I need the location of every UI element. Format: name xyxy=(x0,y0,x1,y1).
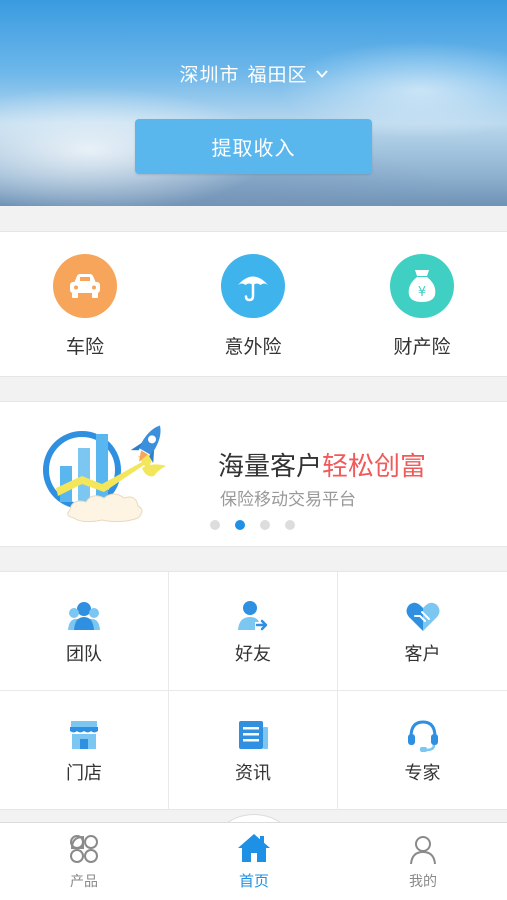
svg-text:¥: ¥ xyxy=(418,285,426,300)
banner-title-highlight: 轻松创富 xyxy=(322,452,427,482)
district-label: 福田区 xyxy=(247,64,308,86)
grid-label: 好友 xyxy=(235,644,271,665)
grid-item-expert[interactable]: 专家 xyxy=(338,691,507,810)
grid-item-friend[interactable]: 好友 xyxy=(169,572,338,691)
grid-item-store[interactable]: 门店 xyxy=(0,691,169,810)
location-selector[interactable]: 深圳市 福田区 xyxy=(0,60,507,87)
insurance-accident[interactable]: 意外险 xyxy=(193,254,313,359)
car-icon xyxy=(53,254,117,318)
friend-icon xyxy=(238,601,268,631)
grid-item-team[interactable]: 团队 xyxy=(0,572,169,691)
promo-carousel[interactable]: 海量客户轻松创富 保险移动交易平台 xyxy=(0,401,507,547)
insurance-label: 车险 xyxy=(65,336,104,358)
carousel-dot[interactable] xyxy=(260,520,270,530)
tab-label: 首页 xyxy=(238,872,269,890)
carousel-dot-active[interactable] xyxy=(235,520,245,530)
banner-title-main: 海量客户 xyxy=(218,452,323,482)
insurance-label: 财产险 xyxy=(393,336,451,358)
chevron-down-icon xyxy=(315,69,328,78)
header-banner: 深圳市 福田区 提取收入 xyxy=(0,0,507,206)
insurance-label: 意外险 xyxy=(224,336,282,358)
umbrella-icon xyxy=(221,254,285,318)
tab-products[interactable]: 产品 xyxy=(34,833,134,891)
city-label: 深圳市 xyxy=(179,64,240,86)
withdraw-income-button[interactable]: 提取收入 xyxy=(135,119,372,174)
grid-label: 资讯 xyxy=(235,763,271,784)
grid-label: 客户 xyxy=(404,644,441,665)
team-icon xyxy=(68,602,100,630)
grid-item-customer[interactable]: 客户 xyxy=(338,572,507,691)
insurance-car[interactable]: 车险 xyxy=(25,254,145,359)
home-icon xyxy=(238,834,270,862)
insurance-panel: 车险 意外险 ¥ 财产险 xyxy=(0,231,507,377)
grid-label: 门店 xyxy=(66,763,102,784)
grid-item-news[interactable]: 资讯 xyxy=(169,691,338,810)
store-icon xyxy=(70,721,98,749)
tab-label: 我的 xyxy=(409,874,437,890)
banner-title: 海量客户轻松创富 xyxy=(218,446,426,483)
function-grid: 团队 好友 客户 门店 资讯 专家 xyxy=(0,571,507,810)
tab-mine[interactable]: 我的 xyxy=(373,833,473,891)
products-grid-icon xyxy=(70,835,98,863)
banner-subtitle: 保险移动交易平台 xyxy=(220,490,356,510)
expert-icon xyxy=(407,720,438,752)
money-bag-icon: ¥ xyxy=(390,254,454,318)
carousel-dot[interactable] xyxy=(210,520,220,530)
growth-rocket-illustration xyxy=(43,425,166,523)
carousel-indicator xyxy=(210,520,310,530)
customer-icon xyxy=(406,602,439,631)
tab-home[interactable]: 首页 xyxy=(206,832,302,891)
carousel-dot[interactable] xyxy=(285,520,295,530)
insurance-property[interactable]: ¥ 财产险 xyxy=(362,254,482,359)
grid-label: 团队 xyxy=(66,644,102,665)
news-icon xyxy=(239,721,268,749)
user-profile-icon xyxy=(410,836,436,865)
tab-label: 产品 xyxy=(70,874,98,890)
grid-label: 专家 xyxy=(404,763,441,784)
